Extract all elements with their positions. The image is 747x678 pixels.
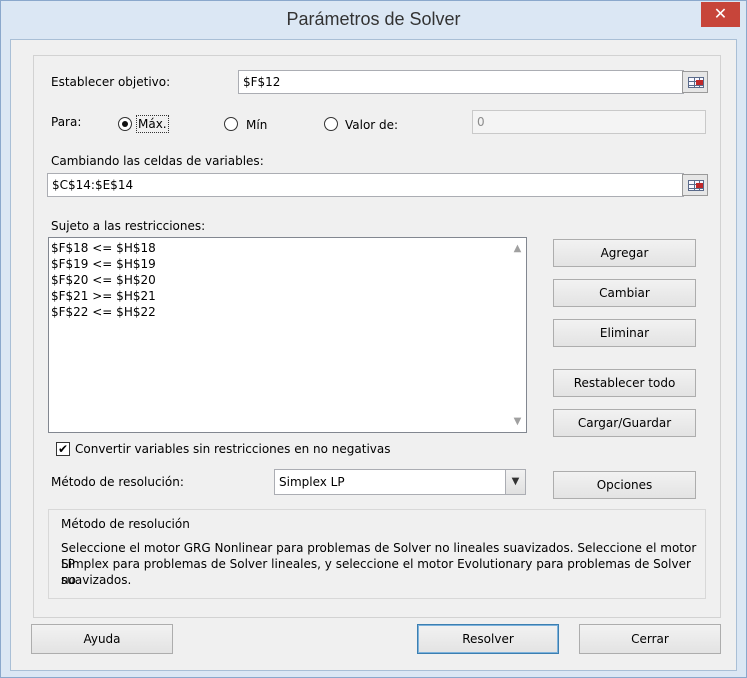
constraints-list[interactable]: $F$18 <= $H$18 $F$19 <= $H$19 $F$20 <= $…	[48, 237, 527, 433]
nonneg-label[interactable]: Convertir variables sin restricciones en…	[75, 442, 391, 456]
range-select-marker	[696, 80, 703, 85]
options-button[interactable]: Opciones	[553, 471, 696, 499]
objective-label: Establecer objetivo:	[51, 75, 171, 89]
constraints-label: Sujeto a las restricciones:	[51, 219, 206, 233]
add-button[interactable]: Agregar	[553, 239, 696, 267]
change-button[interactable]: Cambiar	[553, 279, 696, 307]
method-info-line: suavizados.	[61, 573, 132, 587]
method-label: Método de resolución:	[51, 475, 184, 489]
scroll-up-icon[interactable]: ▲	[509, 240, 526, 257]
help-button[interactable]: Ayuda	[31, 624, 173, 654]
parameters-group: Establecer objetivo: $F$12 Para: Máx. Mí…	[33, 55, 721, 618]
method-info-line: Simplex para problemas de Solver lineale…	[61, 557, 691, 587]
variables-range-button[interactable]	[682, 174, 708, 196]
check-icon: ✔	[57, 442, 69, 456]
max-radio[interactable]	[118, 117, 132, 131]
method-info-title: Método de resolución	[61, 517, 190, 531]
scroll-down-icon[interactable]: ▼	[509, 413, 526, 430]
close-button[interactable]: Cerrar	[579, 624, 721, 654]
close-icon: ✕	[713, 4, 728, 23]
title-bar[interactable]: Parámetros de Solver ✕	[1, 1, 746, 39]
method-select[interactable]: Simplex LP ▼	[274, 469, 526, 495]
value-of-radio[interactable]	[324, 117, 338, 131]
variables-label: Cambiando las celdas de variables:	[51, 154, 264, 168]
solver-dialog: Parámetros de Solver ✕ Establecer objeti…	[0, 0, 747, 678]
constraint-item[interactable]: $F$22 <= $H$22	[49, 304, 526, 320]
max-radio-label[interactable]: Máx.	[136, 115, 169, 133]
solve-button[interactable]: Resolver	[417, 624, 559, 654]
min-radio-label[interactable]: Mín	[246, 118, 267, 132]
constraint-item[interactable]: $F$21 >= $H$21	[49, 288, 526, 304]
nonneg-checkbox[interactable]: ✔	[56, 442, 70, 456]
value-of-radio-label[interactable]: Valor de:	[345, 118, 398, 132]
reset-all-button[interactable]: Restablecer todo	[553, 369, 696, 397]
delete-button[interactable]: Eliminar	[553, 319, 696, 347]
range-select-marker	[696, 183, 703, 188]
dialog-title: Parámetros de Solver	[286, 9, 461, 29]
constraint-item[interactable]: $F$18 <= $H$18	[49, 240, 526, 256]
objective-value: $F$12	[243, 75, 281, 89]
method-info-box: Método de resolución Seleccione el motor…	[48, 509, 706, 599]
chevron-down-icon[interactable]: ▼	[505, 470, 525, 494]
variables-input[interactable]: $C$14:$E$14	[47, 173, 684, 197]
load-save-button[interactable]: Cargar/Guardar	[553, 409, 696, 437]
dialog-client-area: Establecer objetivo: $F$12 Para: Máx. Mí…	[10, 39, 737, 671]
close-window-button[interactable]: ✕	[701, 2, 740, 27]
constraint-item[interactable]: $F$20 <= $H$20	[49, 272, 526, 288]
value-of-input[interactable]: 0	[472, 110, 706, 134]
constraint-item[interactable]: $F$19 <= $H$19	[49, 256, 526, 272]
variables-value: $C$14:$E$14	[52, 178, 134, 192]
objective-input[interactable]: $F$12	[238, 70, 684, 94]
value-of-value: 0	[477, 115, 485, 129]
constraints-scrollbar[interactable]: ▲ ▼	[509, 238, 526, 432]
to-label: Para:	[51, 115, 82, 129]
method-selected-value: Simplex LP	[279, 475, 345, 489]
objective-range-button[interactable]	[682, 71, 708, 93]
min-radio[interactable]	[224, 117, 238, 131]
